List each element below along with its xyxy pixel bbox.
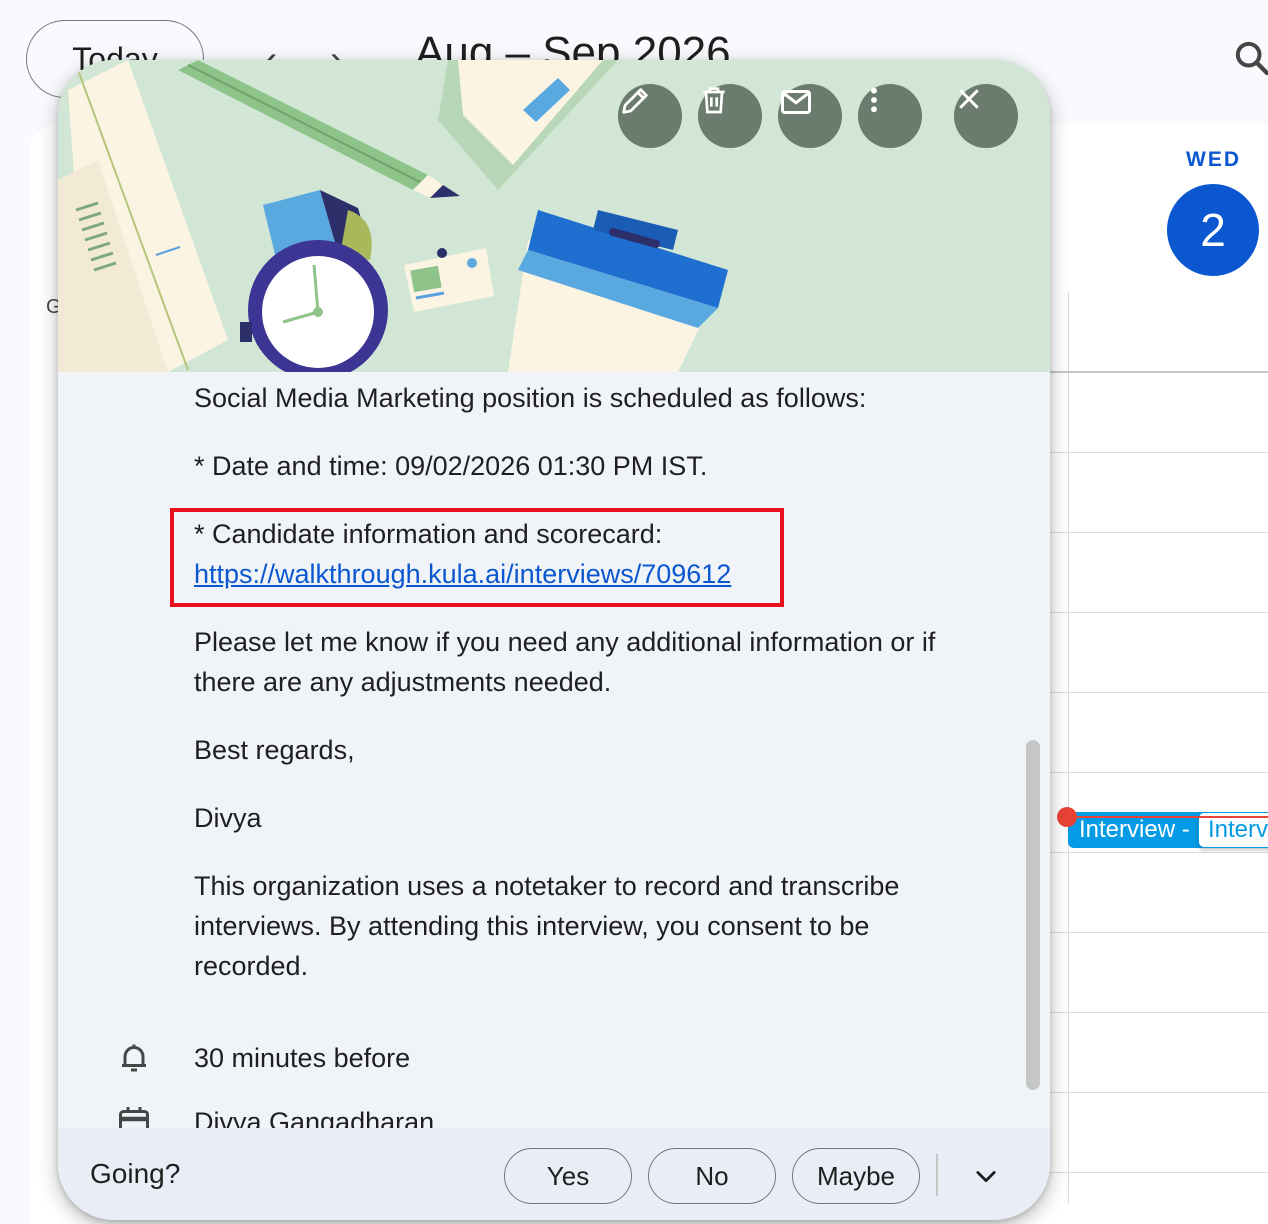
hour-line [1048, 1012, 1268, 1013]
rsvp-maybe-button[interactable]: Maybe [792, 1148, 920, 1204]
hour-line [1048, 852, 1268, 853]
footer-divider [936, 1154, 938, 1196]
trash-icon [703, 87, 725, 114]
hour-line [1048, 932, 1268, 933]
description-line: there are any adjustments needed. [194, 667, 612, 697]
going-label: Going? [90, 1158, 181, 1189]
more-vert-icon [871, 87, 877, 113]
search-icon[interactable] [1232, 38, 1268, 78]
event-detail-popup: Social Media Marketing position is sched… [58, 60, 1050, 1220]
more-options-button[interactable] [858, 84, 922, 148]
description-line: Please let me know if you need any addit… [194, 627, 936, 657]
description-line: Divya [194, 803, 262, 833]
rsvp-options-button[interactable] [966, 1156, 1006, 1196]
hour-line [1048, 1092, 1268, 1093]
scrollbar-thumb[interactable] [1026, 740, 1040, 1090]
rsvp-no-button[interactable]: No [648, 1148, 776, 1204]
highlight-box [170, 508, 784, 607]
description-line: Best regards, [194, 735, 355, 765]
day-number-today[interactable]: 2 [1167, 184, 1259, 276]
current-time-dot [1057, 807, 1077, 827]
hour-line [1048, 612, 1268, 613]
mail-icon [781, 90, 811, 114]
delete-button[interactable] [698, 84, 762, 148]
current-time-line [1068, 816, 1268, 818]
description-line: interviews. By attending this interview,… [194, 911, 870, 941]
chevron-down-icon [976, 1171, 996, 1183]
rsvp-yes-button[interactable]: Yes [504, 1148, 632, 1204]
description-line: Social Media Marketing position is sched… [194, 383, 867, 413]
hour-line [1048, 452, 1268, 453]
hour-line [1048, 692, 1268, 693]
bell-icon [122, 1044, 146, 1072]
email-guests-button[interactable] [778, 84, 842, 148]
hour-line [1048, 1172, 1268, 1173]
all-day-divider [1048, 371, 1268, 373]
description-line: * Date and time: 09/02/2026 01:30 PM IST… [194, 451, 708, 481]
close-icon [959, 89, 979, 109]
day-name: WED [1186, 148, 1241, 171]
description-line: recorded. [194, 951, 309, 981]
reminder-text: 30 minutes before [194, 1043, 411, 1073]
description-line: This organization uses a notetaker to re… [194, 871, 900, 901]
hour-line [1048, 772, 1268, 773]
close-button[interactable] [954, 84, 1018, 148]
hour-line [1048, 532, 1268, 533]
pencil-icon [622, 88, 648, 114]
rsvp-footer: Going? Yes No Maybe [58, 1128, 1050, 1220]
edit-button[interactable] [618, 84, 682, 148]
header-illustration [58, 60, 1050, 372]
day-column-divider [1068, 292, 1069, 1204]
